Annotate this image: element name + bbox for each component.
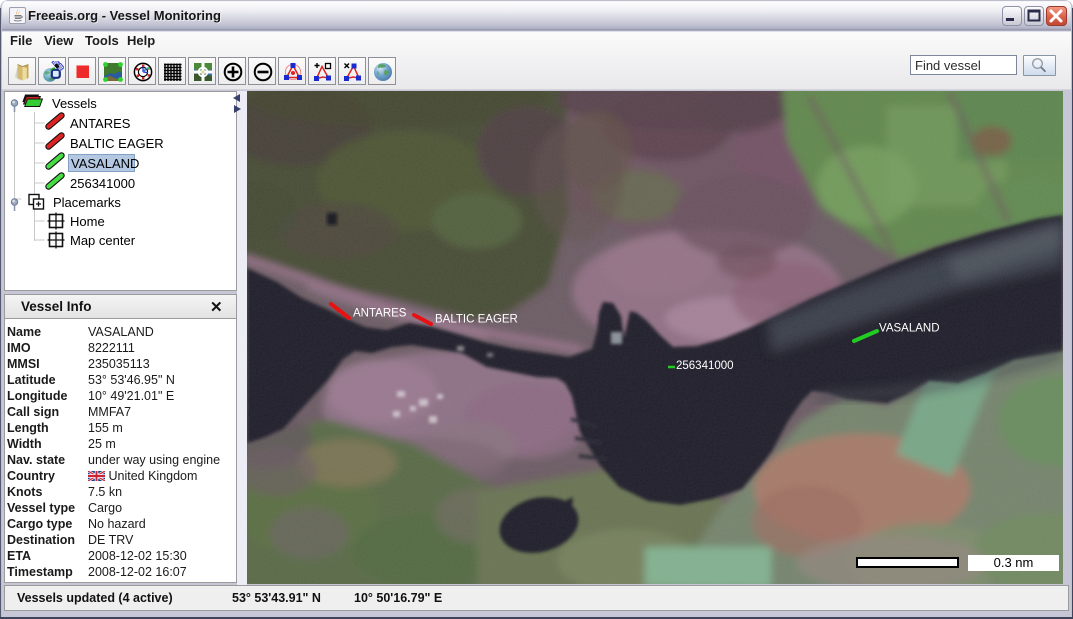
svg-text:VASALAND: VASALAND <box>879 323 940 335</box>
svg-text:BALTIC EAGER: BALTIC EAGER <box>435 314 518 326</box>
svg-text:256341000: 256341000 <box>676 360 734 372</box>
svg-text:ANTARES: ANTARES <box>353 308 407 320</box>
